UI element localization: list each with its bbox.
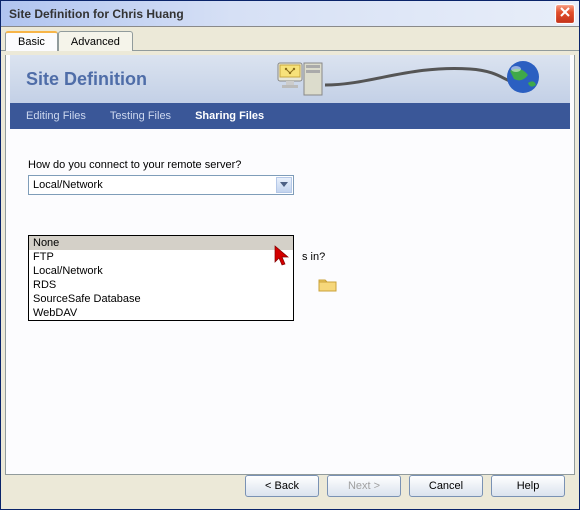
close-button[interactable] <box>555 4 575 24</box>
content-area: How do you connect to your remote server… <box>6 141 574 213</box>
step-sharing-files[interactable]: Sharing Files <box>195 110 264 122</box>
step-editing-files[interactable]: Editing Files <box>26 110 86 122</box>
back-label: < Back <box>265 480 299 492</box>
option-none[interactable]: None <box>29 236 293 250</box>
banner-top: Site Definition <box>10 55 570 103</box>
dropdown-button[interactable] <box>276 177 292 193</box>
option-rds[interactable]: RDS <box>29 278 293 292</box>
browse-folder-button[interactable] <box>318 277 338 296</box>
connection-select-value: Local/Network <box>33 179 103 191</box>
tab-basic[interactable]: Basic <box>5 31 58 51</box>
option-ftp[interactable]: FTP <box>29 250 293 264</box>
connection-question: How do you connect to your remote server… <box>28 159 552 171</box>
header-banner: Site Definition <box>10 55 570 137</box>
titlebar: Site Definition for Chris Huang <box>1 1 579 27</box>
option-sourcesafe[interactable]: SourceSafe Database <box>29 292 293 306</box>
tab-basic-label: Basic <box>18 36 45 48</box>
back-button[interactable]: < Back <box>245 475 319 497</box>
tab-row: Basic Advanced <box>1 27 579 51</box>
next-button: Next > <box>327 475 401 497</box>
cancel-button[interactable]: Cancel <box>409 475 483 497</box>
tab-advanced[interactable]: Advanced <box>58 31 133 51</box>
option-webdav[interactable]: WebDAV <box>29 306 293 320</box>
connection-select[interactable]: Local/Network <box>28 175 294 195</box>
close-icon <box>560 7 570 17</box>
obscured-question-fragment: s in? <box>302 251 325 263</box>
next-label: Next > <box>348 480 380 492</box>
wizard-buttons: < Back Next > Cancel Help <box>245 475 565 497</box>
chevron-down-icon <box>280 182 288 188</box>
banner-title: Site Definition <box>26 69 147 90</box>
option-local-network[interactable]: Local/Network <box>29 264 293 278</box>
tab-body: Site Definition <box>5 55 575 475</box>
help-button[interactable]: Help <box>491 475 565 497</box>
folder-icon <box>318 277 338 293</box>
window-title: Site Definition for Chris Huang <box>9 7 555 21</box>
tab-advanced-label: Advanced <box>71 36 120 48</box>
cancel-label: Cancel <box>429 480 463 492</box>
help-label: Help <box>517 480 540 492</box>
banner-graphic-icon <box>270 57 550 101</box>
connection-dropdown-list[interactable]: None FTP Local/Network RDS SourceSafe Da… <box>28 235 294 321</box>
wizard-steps: Editing Files Testing Files Sharing File… <box>10 103 570 129</box>
step-testing-files[interactable]: Testing Files <box>110 110 171 122</box>
